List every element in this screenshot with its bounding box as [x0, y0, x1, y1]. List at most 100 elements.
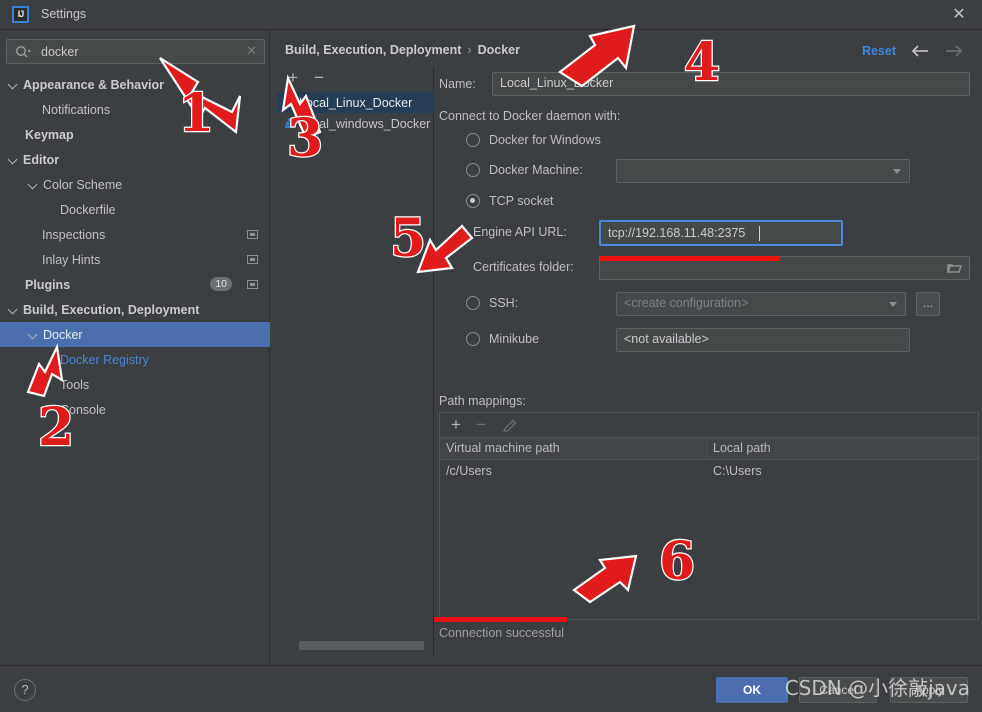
- chevron-down-icon[interactable]: [8, 79, 19, 90]
- sidebar-item-tools[interactable]: Tools: [0, 372, 270, 397]
- sidebar-item-color-scheme[interactable]: Color Scheme: [0, 172, 270, 197]
- external-settings-icon[interactable]: [247, 230, 258, 239]
- clear-icon[interactable]: ✕: [246, 43, 257, 59]
- chevron-down-icon[interactable]: [8, 154, 19, 165]
- breadcrumb-root[interactable]: Build, Execution, Deployment: [285, 43, 461, 57]
- ssh-config-value: <create configuration>: [624, 296, 749, 310]
- ssh-browse-button[interactable]: ...: [916, 292, 940, 316]
- horizontal-scrollbar[interactable]: [299, 641, 424, 650]
- table-row[interactable]: /c/Users C:\Users: [440, 460, 978, 484]
- radio-circle[interactable]: [466, 133, 480, 147]
- docker-icon: [283, 96, 296, 109]
- settings-dialog: IJ Settings ✕ docker ✕ Appearance & Beha…: [0, 0, 982, 712]
- radio-circle[interactable]: [466, 194, 480, 208]
- connection-list-item[interactable]: Local_windows_Docker: [277, 113, 434, 134]
- path-mappings-toolbar: + −: [440, 413, 978, 438]
- radio-ssh[interactable]: SSH:: [466, 296, 518, 310]
- underline-engine-api: [600, 256, 780, 261]
- add-connection-button[interactable]: +: [288, 69, 298, 86]
- remove-connection-button[interactable]: −: [314, 69, 324, 86]
- name-field[interactable]: Local_Linux_Docker: [492, 72, 970, 96]
- sidebar-item-label: Editor: [23, 152, 60, 167]
- sidebar-item-label: Color Scheme: [43, 177, 123, 192]
- sidebar-item-label: Console: [60, 402, 106, 417]
- sidebar-item-inlay-hints[interactable]: Inlay Hints: [0, 247, 270, 272]
- sidebar-item-appearance-behavior[interactable]: Appearance & Behavior: [0, 72, 270, 97]
- radio-tcp-socket[interactable]: TCP socket: [466, 194, 553, 208]
- radio-label: Docker for Windows: [489, 133, 601, 147]
- remove-mapping-button: −: [476, 415, 486, 434]
- folder-icon[interactable]: [947, 262, 962, 275]
- path-mappings-header: Virtual machine path Local path: [440, 438, 978, 460]
- minikube-field: <not available>: [616, 328, 910, 352]
- sidebar-item-editor[interactable]: Editor: [0, 147, 270, 172]
- chevron-down-icon: [893, 169, 901, 174]
- sidebar-item-label: Tools: [60, 377, 90, 392]
- connections-list: Local_Linux_Docker Local_windows_Docker: [277, 92, 434, 134]
- external-settings-icon[interactable]: [247, 280, 258, 289]
- chevron-down-icon[interactable]: [28, 179, 39, 190]
- help-button[interactable]: ?: [14, 679, 36, 701]
- intellij-logo-icon: IJ: [12, 6, 29, 23]
- sidebar-item-label: Keymap: [25, 127, 74, 142]
- radio-circle[interactable]: [466, 332, 480, 346]
- arrow-left-icon[interactable]: [910, 42, 932, 60]
- arrow-right-icon[interactable]: [942, 42, 964, 60]
- engine-api-label: Engine API URL:: [473, 225, 567, 239]
- radio-label: Docker Machine:: [489, 163, 583, 177]
- add-mapping-button[interactable]: +: [451, 416, 461, 434]
- docker-icon: [283, 117, 296, 130]
- ssh-config-select[interactable]: <create configuration>: [616, 292, 906, 316]
- engine-api-field[interactable]: tcp://192.168.11.48:2375: [599, 220, 843, 246]
- radio-circle[interactable]: [466, 296, 480, 310]
- certificates-label: Certificates folder:: [473, 260, 574, 274]
- text-caret: [759, 226, 760, 241]
- chevron-down-icon[interactable]: [8, 304, 19, 315]
- title-bar: IJ Settings ✕: [0, 0, 982, 30]
- reset-link[interactable]: Reset: [862, 44, 896, 58]
- radio-docker-for-windows[interactable]: Docker for Windows: [466, 133, 601, 147]
- chevron-down-icon[interactable]: [28, 329, 39, 340]
- ok-button[interactable]: OK: [716, 677, 788, 703]
- sidebar-item-console[interactable]: Console: [0, 397, 270, 422]
- connection-name: Local_Linux_Docker: [299, 95, 413, 110]
- external-settings-icon[interactable]: [247, 255, 258, 264]
- sidebar-item-dockerfile[interactable]: Dockerfile: [0, 197, 270, 222]
- search-icon: [15, 45, 31, 58]
- column-header-local-path[interactable]: Local path: [707, 438, 771, 459]
- docker-machine-select[interactable]: [616, 159, 910, 183]
- sidebar-item-inspections[interactable]: Inspections: [0, 222, 270, 247]
- radio-label: Minikube: [489, 332, 540, 346]
- radio-minikube[interactable]: Minikube: [466, 332, 539, 346]
- breadcrumb-leaf: Docker: [477, 43, 520, 57]
- settings-content: Build, Execution, Deployment › Docker Rese…: [271, 30, 982, 664]
- sidebar-item-plugins[interactable]: Plugins 10: [0, 272, 270, 297]
- sidebar-item-label: Appearance & Behavior: [23, 77, 165, 92]
- connection-list-item[interactable]: Local_Linux_Docker: [277, 92, 434, 113]
- radio-docker-machine[interactable]: Docker Machine:: [466, 163, 583, 177]
- sidebar-item-label: Plugins: [25, 277, 71, 292]
- settings-sidebar: docker ✕ Appearance & Behavior Notificati…: [0, 30, 270, 664]
- radio-circle[interactable]: [466, 163, 480, 177]
- settings-tree: Appearance & Behavior Notifications Keymap…: [0, 72, 270, 422]
- sidebar-item-notifications[interactable]: Notifications: [0, 97, 270, 122]
- breadcrumb: Build, Execution, Deployment › Docker: [285, 43, 520, 57]
- close-icon[interactable]: ✕: [948, 5, 970, 25]
- sidebar-item-build-execution-deployment[interactable]: Build, Execution, Deployment: [0, 297, 270, 322]
- docker-connections-panel: + − Local_Linux_Docker Local_windows_Dock…: [277, 66, 434, 656]
- connection-status: Connection successful: [439, 626, 565, 640]
- radio-label: SSH:: [489, 296, 519, 310]
- path-mappings-label: Path mappings:: [439, 394, 526, 408]
- sidebar-item-docker[interactable]: Docker: [0, 322, 270, 347]
- cancel-button[interactable]: Cancel: [799, 677, 877, 703]
- minikube-value: <not available>: [624, 332, 709, 346]
- name-label: Name:: [439, 77, 476, 91]
- sidebar-item-label: Docker Registry: [60, 352, 149, 367]
- search-input[interactable]: docker ✕: [6, 39, 265, 64]
- sidebar-item-label: Notifications: [42, 102, 111, 117]
- sidebar-item-docker-registry[interactable]: Docker Registry: [0, 347, 270, 372]
- sidebar-item-keymap[interactable]: Keymap: [0, 122, 270, 147]
- column-header-vm-path[interactable]: Virtual machine path: [440, 438, 707, 459]
- cell-vm-path: /c/Users: [446, 464, 492, 478]
- apply-button[interactable]: Apply: [890, 677, 968, 703]
